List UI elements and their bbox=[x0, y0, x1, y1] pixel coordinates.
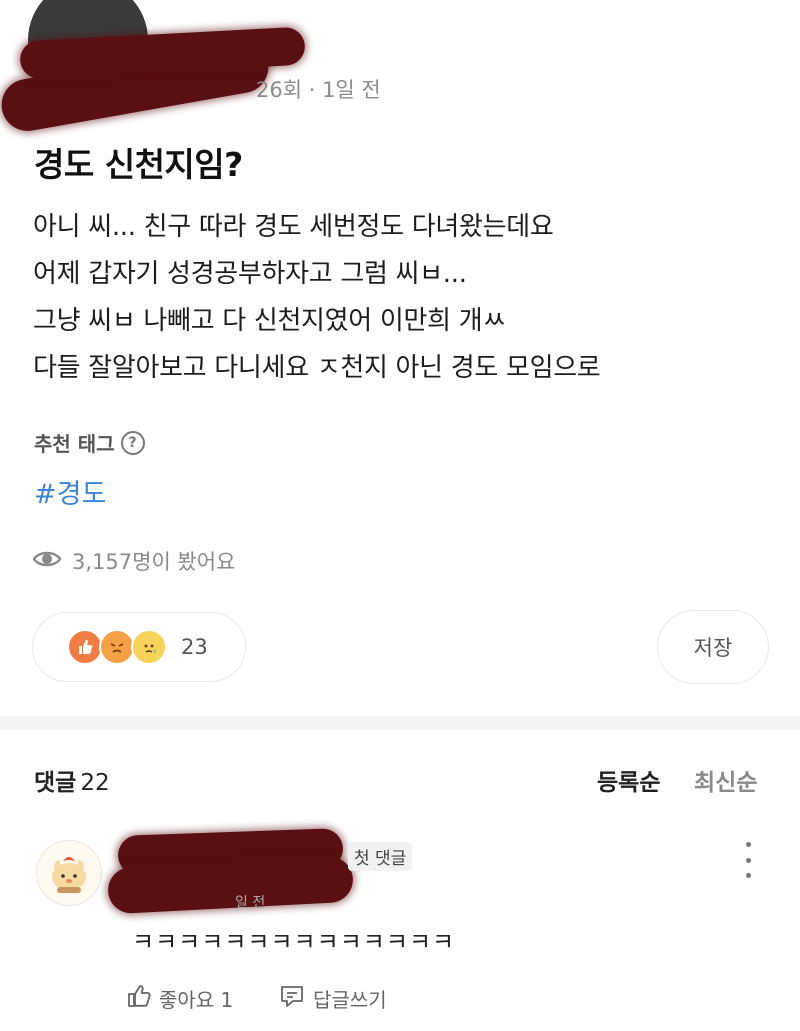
section-divider bbox=[0, 716, 800, 730]
recommended-tags-label: 추천 태그 ? bbox=[34, 428, 145, 457]
view-count-text: 3,157명이 봤어요 bbox=[72, 550, 236, 574]
eye-icon bbox=[32, 548, 62, 575]
reply-icon bbox=[279, 984, 305, 1013]
view-count: 3,157명이 봤어요 bbox=[32, 546, 235, 576]
comments-label: 댓글 bbox=[34, 770, 77, 796]
comment-reply-button[interactable]: 답글쓰기 bbox=[279, 984, 387, 1013]
post-body-line: 어제 갑자기 성경공부하자고 그럼 씨ㅂ... bbox=[33, 259, 467, 289]
sort-latest-button[interactable]: 최신순 bbox=[694, 763, 757, 797]
angry-reaction-icon bbox=[99, 629, 135, 665]
first-comment-badge: 첫 댓글 bbox=[348, 842, 413, 871]
post-body: 아니 씨... 친구 따라 경도 세번정도 다녀왔는데요 어제 갑자기 성경공부… bbox=[33, 204, 773, 392]
thumbs-up-icon bbox=[127, 984, 153, 1013]
question-circle-icon[interactable]: ? bbox=[120, 430, 145, 455]
post-title: 경도 신천지임? bbox=[34, 145, 243, 184]
comment-avatar[interactable] bbox=[36, 840, 102, 906]
comment-reply-label: 답글쓰기 bbox=[313, 988, 387, 1012]
post-body-line: 다들 잘알아보고 다니세요 ㅈ천지 아닌 경도 모임으로 bbox=[33, 353, 601, 383]
post-body-line: 아니 씨... 친구 따라 경도 세번정도 다녀왔는데요 bbox=[33, 212, 554, 242]
tag-link[interactable]: #경도 bbox=[34, 472, 106, 511]
comments-count: 22 bbox=[80, 770, 110, 796]
comment-like-button[interactable]: 좋아요 1 bbox=[127, 984, 233, 1013]
like-reaction-icon bbox=[67, 629, 103, 665]
tag-label-text: 추천 태그 bbox=[34, 432, 115, 456]
save-button[interactable]: 저장 bbox=[657, 610, 769, 684]
sort-registered-button[interactable]: 등록순 bbox=[597, 763, 660, 797]
sad-reaction-icon bbox=[131, 629, 167, 665]
comment-time: 일 전 bbox=[235, 895, 266, 911]
comment-like-label: 좋아요 1 bbox=[159, 988, 234, 1012]
comment-text: ㅋㅋㅋㅋㅋㅋㅋㅋㅋㅋㅋㅋㅋㅋ bbox=[132, 928, 456, 956]
reaction-button[interactable]: 23 bbox=[32, 612, 246, 682]
more-vertical-icon[interactable] bbox=[740, 842, 756, 878]
comments-header: 댓글 22 bbox=[34, 763, 110, 797]
reaction-count: 23 bbox=[181, 635, 208, 659]
post-body-line: 그냥 씨ㅂ 나빼고 다 신천지였어 이만희 개ㅆ bbox=[33, 306, 506, 336]
post-meta: 26회 · 1일 전 bbox=[256, 78, 381, 102]
